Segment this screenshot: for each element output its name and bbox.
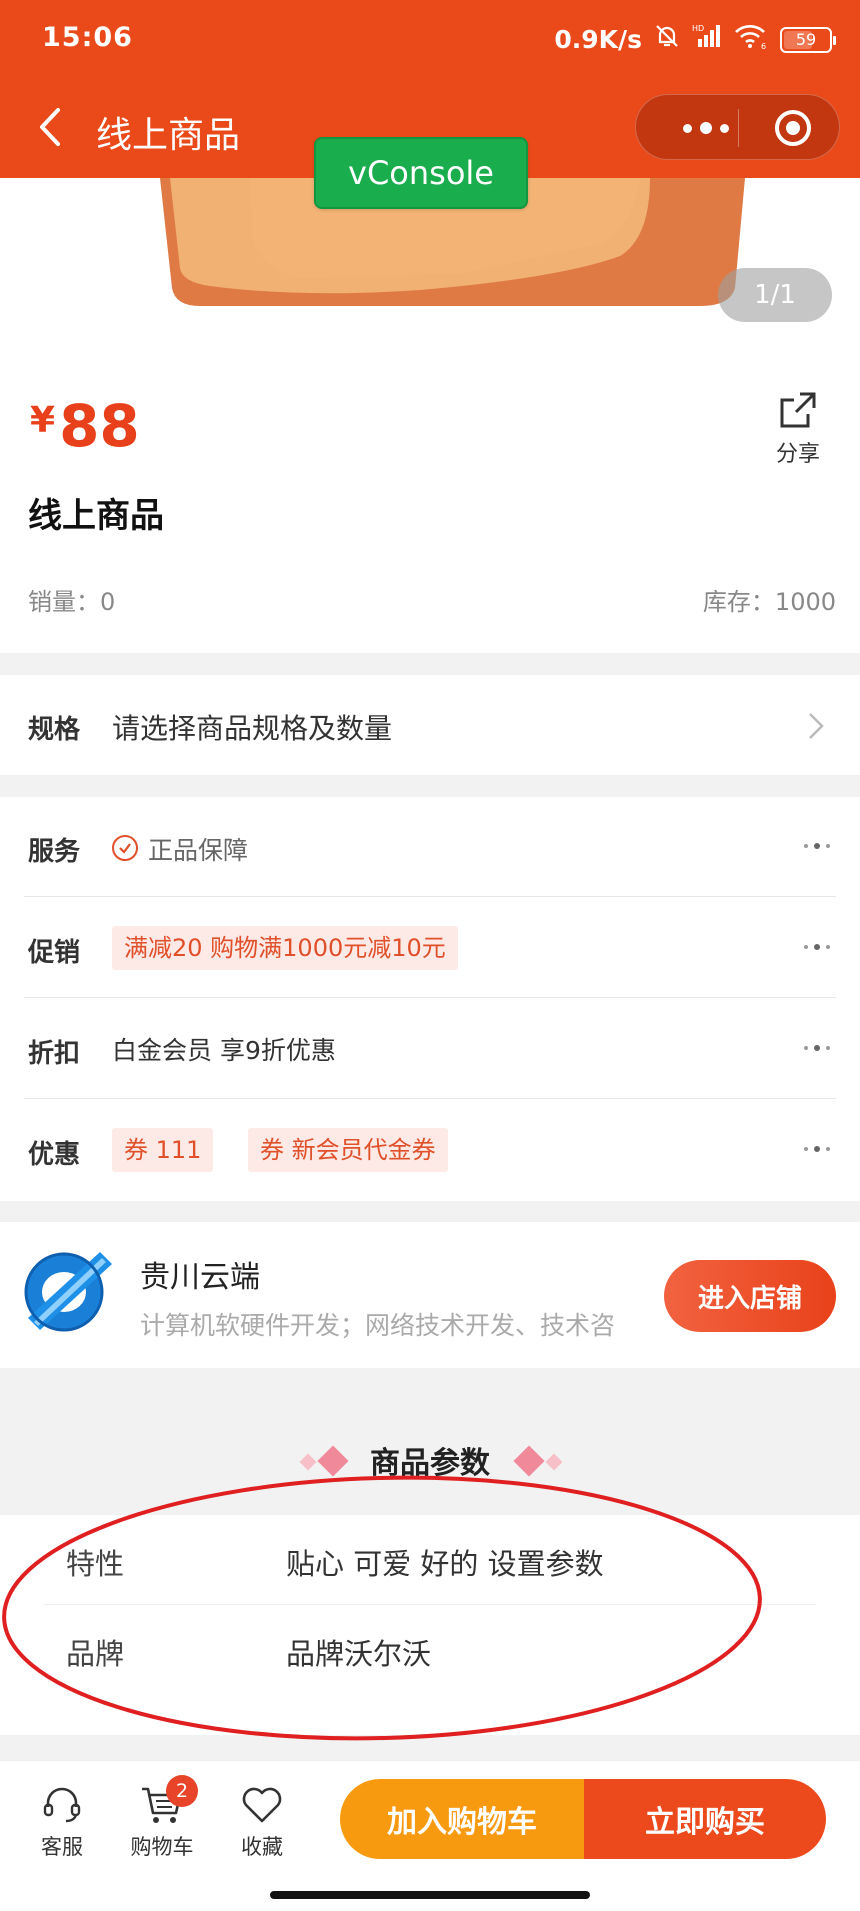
params-heading: 商品参数 [0, 1430, 860, 1490]
enter-shop-button[interactable]: 进入店铺 [664, 1260, 836, 1332]
status-bar: 15:06 0.9K/s HD 6 59 [42, 22, 836, 62]
coupon-tag[interactable]: 券 新会员代金券 [248, 1128, 448, 1172]
check-circle-icon [112, 835, 138, 861]
sale-row[interactable]: 促销 满减20 购物满1000元减10元 [0, 898, 860, 998]
product-info: ¥88 分享 线上商品 销量：0 库存：1000 [0, 348, 860, 653]
promotions-panel: 服务 正品保障 促销 满减20 购物满1000元减10元 折扣 白金会员 享9折… [0, 797, 860, 1201]
heart-icon [242, 1787, 282, 1823]
favorite-button[interactable]: 收藏 [222, 1783, 302, 1861]
coupon-label: 优惠 [28, 1140, 81, 1170]
battery-icon: 59 [780, 26, 836, 53]
sale-tag: 满减20 购物满1000元减10元 [112, 926, 458, 970]
more-options-button[interactable] [666, 95, 746, 161]
currency-symbol: ¥ [30, 400, 56, 441]
more-icon [804, 1146, 830, 1152]
status-indicators: 0.9K/s HD 6 59 [554, 22, 836, 57]
param-row: 特性 贴心 可爱 好的 设置参数 [44, 1515, 816, 1605]
params-title: 商品参数 [370, 1446, 490, 1481]
param-key: 品牌 [66, 1637, 125, 1671]
param-value: 贴心 可爱 好的 设置参数 [286, 1547, 604, 1581]
wifi-label: 6 [761, 42, 766, 50]
param-row: 品牌 品牌沃尔沃 [44, 1605, 816, 1695]
purchase-buttons: 加入购物车 立即购买 [340, 1779, 826, 1859]
image-page-indicator: 1/1 [718, 268, 832, 322]
home-indicator [270, 1891, 590, 1899]
service-text: 正品保障 [148, 836, 249, 865]
discount-label: 折扣 [28, 1039, 81, 1069]
spec-label: 规格 [28, 715, 81, 745]
sale-label: 促销 [28, 938, 81, 968]
buy-now-button[interactable]: 立即购买 [584, 1779, 826, 1859]
close-miniprogram-button[interactable] [775, 110, 811, 146]
share-button[interactable]: 分享 [768, 390, 828, 468]
param-value: 品牌沃尔沃 [286, 1637, 432, 1671]
cart-count-badge: 2 [166, 1775, 198, 1807]
favorite-label: 收藏 [241, 1835, 283, 1859]
params-table: 特性 贴心 可爱 好的 设置参数 品牌 品牌沃尔沃 [0, 1515, 860, 1735]
spec-selector[interactable]: 规格 请选择商品规格及数量 [0, 675, 860, 775]
price: ¥88 [30, 392, 140, 460]
discount-text: 白金会员 享9折优惠 [112, 1036, 336, 1065]
shop-name: 贵川云端 [140, 1260, 260, 1295]
cart-label: 购物车 [130, 1835, 194, 1859]
network-speed: 0.9K/s [554, 25, 642, 54]
service-label: 服务 [28, 837, 81, 867]
cart-button[interactable]: 2 购物车 [122, 1775, 202, 1861]
signal-icon: HD [692, 23, 722, 56]
service-row[interactable]: 服务 正品保障 [0, 797, 860, 897]
bottom-action-bar: 客服 2 购物车 收藏 加入购物车 立即购买 [0, 1760, 860, 1911]
chevron-right-icon [809, 713, 824, 739]
add-to-cart-button[interactable]: 加入购物车 [340, 1779, 584, 1859]
spec-placeholder: 请选择商品规格及数量 [112, 712, 393, 745]
shop-logo [24, 1252, 112, 1332]
more-icon [804, 1045, 830, 1051]
battery-level: 59 [795, 30, 817, 49]
miniprogram-capsule [635, 94, 840, 160]
shop-description: 计算机软硬件开发；网络技术开发、技术咨 [140, 1311, 616, 1340]
coupon-row[interactable]: 优惠 券 111 券 新会员代金券 [0, 1100, 860, 1200]
coupon-tag[interactable]: 券 111 [112, 1128, 214, 1172]
headset-icon [43, 1787, 81, 1823]
stock-count: 库存：1000 [702, 588, 836, 616]
customer-service-button[interactable]: 客服 [22, 1783, 102, 1861]
customer-service-label: 客服 [41, 1835, 83, 1859]
share-icon [780, 392, 816, 428]
vconsole-button[interactable]: vConsole [314, 137, 528, 209]
bell-muted-icon [654, 23, 680, 56]
status-time: 15:06 [42, 22, 133, 53]
sales-count: 销量：0 [28, 588, 116, 616]
discount-row[interactable]: 折扣 白金会员 享9折优惠 [0, 999, 860, 1099]
signal-hd-label: HD [692, 24, 704, 33]
page-title: 线上商品 [96, 115, 241, 156]
shop-card: 贵川云端 计算机软硬件开发；网络技术开发、技术咨 进入店铺 [0, 1222, 860, 1368]
share-label: 分享 [775, 442, 820, 467]
more-icon [804, 843, 830, 849]
param-key: 特性 [66, 1547, 125, 1581]
wifi-icon: 6 [734, 22, 768, 57]
price-value: 88 [59, 392, 140, 460]
product-name: 线上商品 [28, 496, 164, 536]
more-icon [804, 944, 830, 950]
back-button[interactable] [30, 102, 74, 152]
chevron-left-icon [40, 108, 60, 146]
